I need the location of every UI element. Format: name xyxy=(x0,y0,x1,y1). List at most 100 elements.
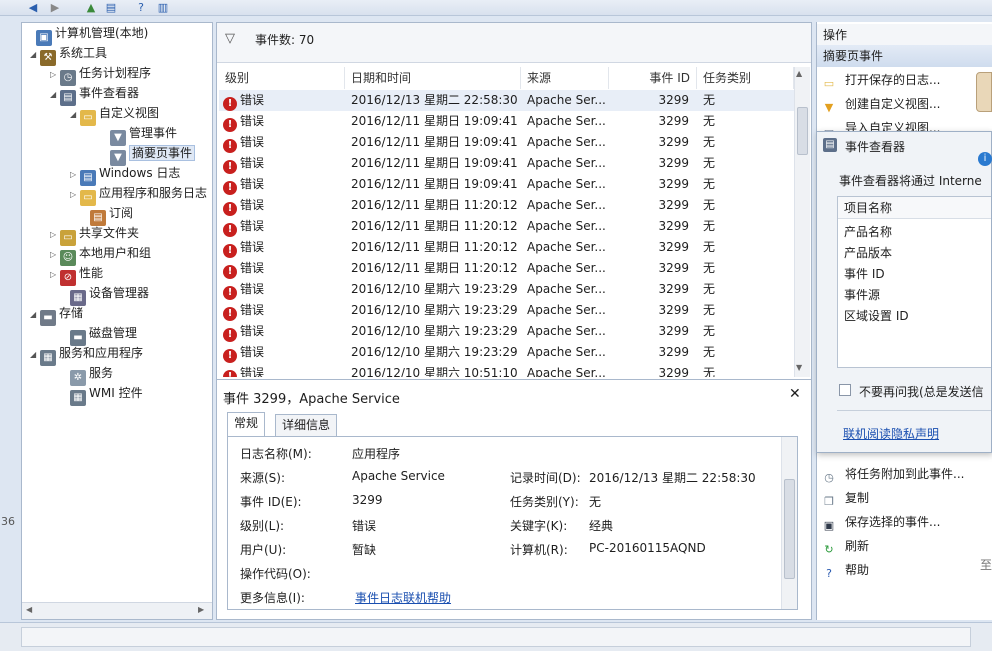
filter-bar: ▽ 事件数: 70 xyxy=(217,23,811,63)
privacy-link[interactable]: 联机阅读隐私声明 xyxy=(843,425,939,442)
column-header[interactable]: 来源 xyxy=(521,67,609,89)
show-hide-action-icon[interactable]: ▥ xyxy=(156,1,170,14)
expand-arrow-icon[interactable]: ▷ xyxy=(50,65,60,85)
action-item[interactable]: ▼ 创建自定义视图... xyxy=(821,93,941,115)
collapse-arrow-icon[interactable]: ◢ xyxy=(70,105,80,125)
error-icon: ! xyxy=(223,286,237,300)
forward-arrow-icon[interactable]: ▶ xyxy=(48,1,62,14)
table-row[interactable]: ! 错误 2016/12/10 星期六 10:51:10 Apache Ser... 3… xyxy=(219,363,794,377)
detail-scrollbar[interactable] xyxy=(781,437,797,609)
column-header[interactable]: 级别 xyxy=(219,67,345,89)
detail-scroll-thumb[interactable] xyxy=(784,479,795,579)
close-icon[interactable]: ✕ xyxy=(789,386,801,402)
action-label: 打开保存的日志... xyxy=(845,73,941,87)
event-id-cell: 3299 xyxy=(658,135,689,149)
tree-item[interactable]: ◢ ⚒ 系统工具 xyxy=(30,43,107,66)
scroll-down-icon[interactable]: ▼ xyxy=(796,363,802,372)
category-cell: 无 xyxy=(703,177,716,191)
tree-item[interactable]: ▷ ▭ 共享文件夹 xyxy=(50,223,139,246)
category-cell: 无 xyxy=(703,324,716,338)
detail-title: 事件 3299，Apache Service xyxy=(223,392,400,407)
table-row[interactable]: ! 错误 2016/12/11 星期日 11:20:12 Apache Ser... 3… xyxy=(219,216,794,237)
more-info-link[interactable]: 事件日志联机帮助 xyxy=(355,589,451,606)
table-row[interactable]: ! 错误 2016/12/13 星期二 22:58:30 Apache Ser... 3… xyxy=(219,90,794,111)
action-item[interactable]: ▭ 打开保存的日志... xyxy=(821,69,941,91)
table-row[interactable]: ! 错误 2016/12/11 星期日 11:20:12 Apache Ser... 3… xyxy=(219,195,794,216)
tree-item[interactable]: ▬ 磁盘管理 xyxy=(60,323,137,346)
table-row[interactable]: ! 错误 2016/12/10 星期六 19:23:29 Apache Ser... 3… xyxy=(219,279,794,300)
error-icon: ! xyxy=(223,139,237,153)
tree-item-label: 事件查看器 xyxy=(79,86,140,100)
tree-item[interactable]: ◢ ▬ 存储 xyxy=(30,303,83,326)
tree-scrollbar[interactable]: ◀ ▶ xyxy=(22,602,212,619)
scroll-left-icon[interactable]: ◀ xyxy=(26,605,32,614)
dont-ask-checkbox[interactable] xyxy=(839,384,851,396)
filter-icon[interactable]: ▽ xyxy=(225,31,235,46)
tree-item[interactable]: ✲ 服务 xyxy=(60,363,113,386)
level-cell: ! 错误 xyxy=(223,279,343,300)
tree-item[interactable]: ▦ WMI 控件 xyxy=(60,383,143,406)
collapse-arrow-icon[interactable]: ◢ xyxy=(30,305,40,325)
action-item[interactable]: ◷ 将任务附加到此事件... xyxy=(821,463,964,485)
user-value: 暂缺 xyxy=(352,543,377,557)
table-row[interactable]: ! 错误 2016/12/10 星期六 19:23:29 Apache Ser... 3… xyxy=(219,300,794,321)
action-item[interactable]: ? 帮助 xyxy=(821,559,869,581)
tree-item[interactable]: ◢ ▤ 事件查看器 xyxy=(50,83,140,106)
collapse-arrow-icon[interactable]: ◢ xyxy=(30,345,40,365)
toolbar: ◀ ▶ ▲ ▤ ? ▥ xyxy=(0,0,992,16)
table-row[interactable]: ! 错误 2016/12/11 星期日 19:09:41 Apache Ser... 3… xyxy=(219,153,794,174)
collapse-arrow-icon[interactable]: ◢ xyxy=(30,45,40,65)
column-header[interactable]: 任务类别 xyxy=(697,67,794,89)
grid-scrollbar[interactable]: ▲ ▼ xyxy=(794,67,810,377)
show-hide-tree-icon[interactable]: ▤ xyxy=(104,1,118,14)
tree-item[interactable]: ▤ 订阅 xyxy=(80,203,133,226)
column-header[interactable]: 日期和时间 xyxy=(345,67,521,89)
tree-item[interactable]: ▷ ▤ Windows 日志 xyxy=(70,163,180,186)
collapse-arrow-icon[interactable]: ◢ xyxy=(50,85,60,105)
tree-item[interactable]: ▷ ⊘ 性能 xyxy=(50,263,103,286)
actions-section-header[interactable]: 摘要页事件 xyxy=(817,45,992,67)
source-label: 来源(S): xyxy=(240,471,286,485)
scroll-thumb[interactable] xyxy=(797,107,808,155)
tree-item[interactable]: ▷ ☺ 本地用户和组 xyxy=(50,243,151,266)
tree-item-label: 摘要页事件 xyxy=(129,145,196,161)
action-item[interactable]: ↻ 刷新 xyxy=(821,535,869,557)
table-row[interactable]: ! 错误 2016/12/11 星期日 19:09:41 Apache Ser... 3… xyxy=(219,111,794,132)
tree-item[interactable]: ▦ 设备管理器 xyxy=(60,283,149,306)
scroll-right-icon[interactable]: ▶ xyxy=(198,605,204,614)
table-row[interactable]: ! 错误 2016/12/11 星期日 19:09:41 Apache Ser... 3… xyxy=(219,174,794,195)
table-row[interactable]: ! 错误 2016/12/11 星期日 19:09:41 Apache Ser... 3… xyxy=(219,132,794,153)
table-row[interactable]: ! 错误 2016/12/10 星期六 19:23:29 Apache Ser... 3… xyxy=(219,321,794,342)
back-arrow-icon[interactable]: ◀ xyxy=(26,1,40,14)
tree-item[interactable]: ◢ ▭ 自定义视图 xyxy=(70,103,159,126)
datetime-cell: 2016/12/10 星期六 10:51:10 xyxy=(351,366,518,377)
copy-icon: ❐ xyxy=(824,495,834,508)
event-id-cell: 3299 xyxy=(658,93,689,107)
refresh-icon: ↻ xyxy=(824,543,834,556)
level-cell: ! 错误 xyxy=(223,258,343,279)
info-icon: i xyxy=(978,152,992,166)
tree-item[interactable]: ▣ 计算机管理(本地) xyxy=(26,23,148,46)
expand-arrow-icon[interactable]: ▷ xyxy=(50,245,60,265)
expand-arrow-icon[interactable]: ▷ xyxy=(70,165,80,185)
table-row[interactable]: ! 错误 2016/12/10 星期六 19:23:29 Apache Ser... 3… xyxy=(219,342,794,363)
scroll-up-icon[interactable]: ▲ xyxy=(796,69,802,78)
tree-item[interactable]: ◢ ▦ 服务和应用程序 xyxy=(30,343,143,366)
computer-value: PC-20160115AQND xyxy=(589,541,706,555)
expand-arrow-icon[interactable]: ▷ xyxy=(50,225,60,245)
up-folder-icon[interactable]: ▲ xyxy=(84,1,98,14)
help-icon[interactable]: ? xyxy=(134,1,148,14)
column-header[interactable]: 事件 ID xyxy=(609,67,697,89)
tab-details[interactable]: 详细信息 xyxy=(275,414,338,436)
tree-item[interactable]: ▷ ▭ 应用程序和服务日志 xyxy=(70,183,207,206)
table-row[interactable]: ! 错误 2016/12/11 星期日 11:20:12 Apache Ser... 3… xyxy=(219,258,794,279)
expand-arrow-icon[interactable]: ▷ xyxy=(50,265,60,285)
tab-general[interactable]: 常规 xyxy=(227,412,266,436)
table-row[interactable]: ! 错误 2016/12/11 星期日 11:20:12 Apache Ser... 3… xyxy=(219,237,794,258)
tree-item[interactable]: ▼ 摘要页事件 xyxy=(100,143,196,166)
tree-item[interactable]: ▼ 管理事件 xyxy=(100,123,177,146)
action-item[interactable]: ▣ 保存选择的事件... xyxy=(821,511,941,533)
action-item[interactable]: ❐ 复制 xyxy=(821,487,869,509)
expand-arrow-icon[interactable]: ▷ xyxy=(70,185,80,205)
tree-item[interactable]: ▷ ◷ 任务计划程序 xyxy=(50,63,151,86)
